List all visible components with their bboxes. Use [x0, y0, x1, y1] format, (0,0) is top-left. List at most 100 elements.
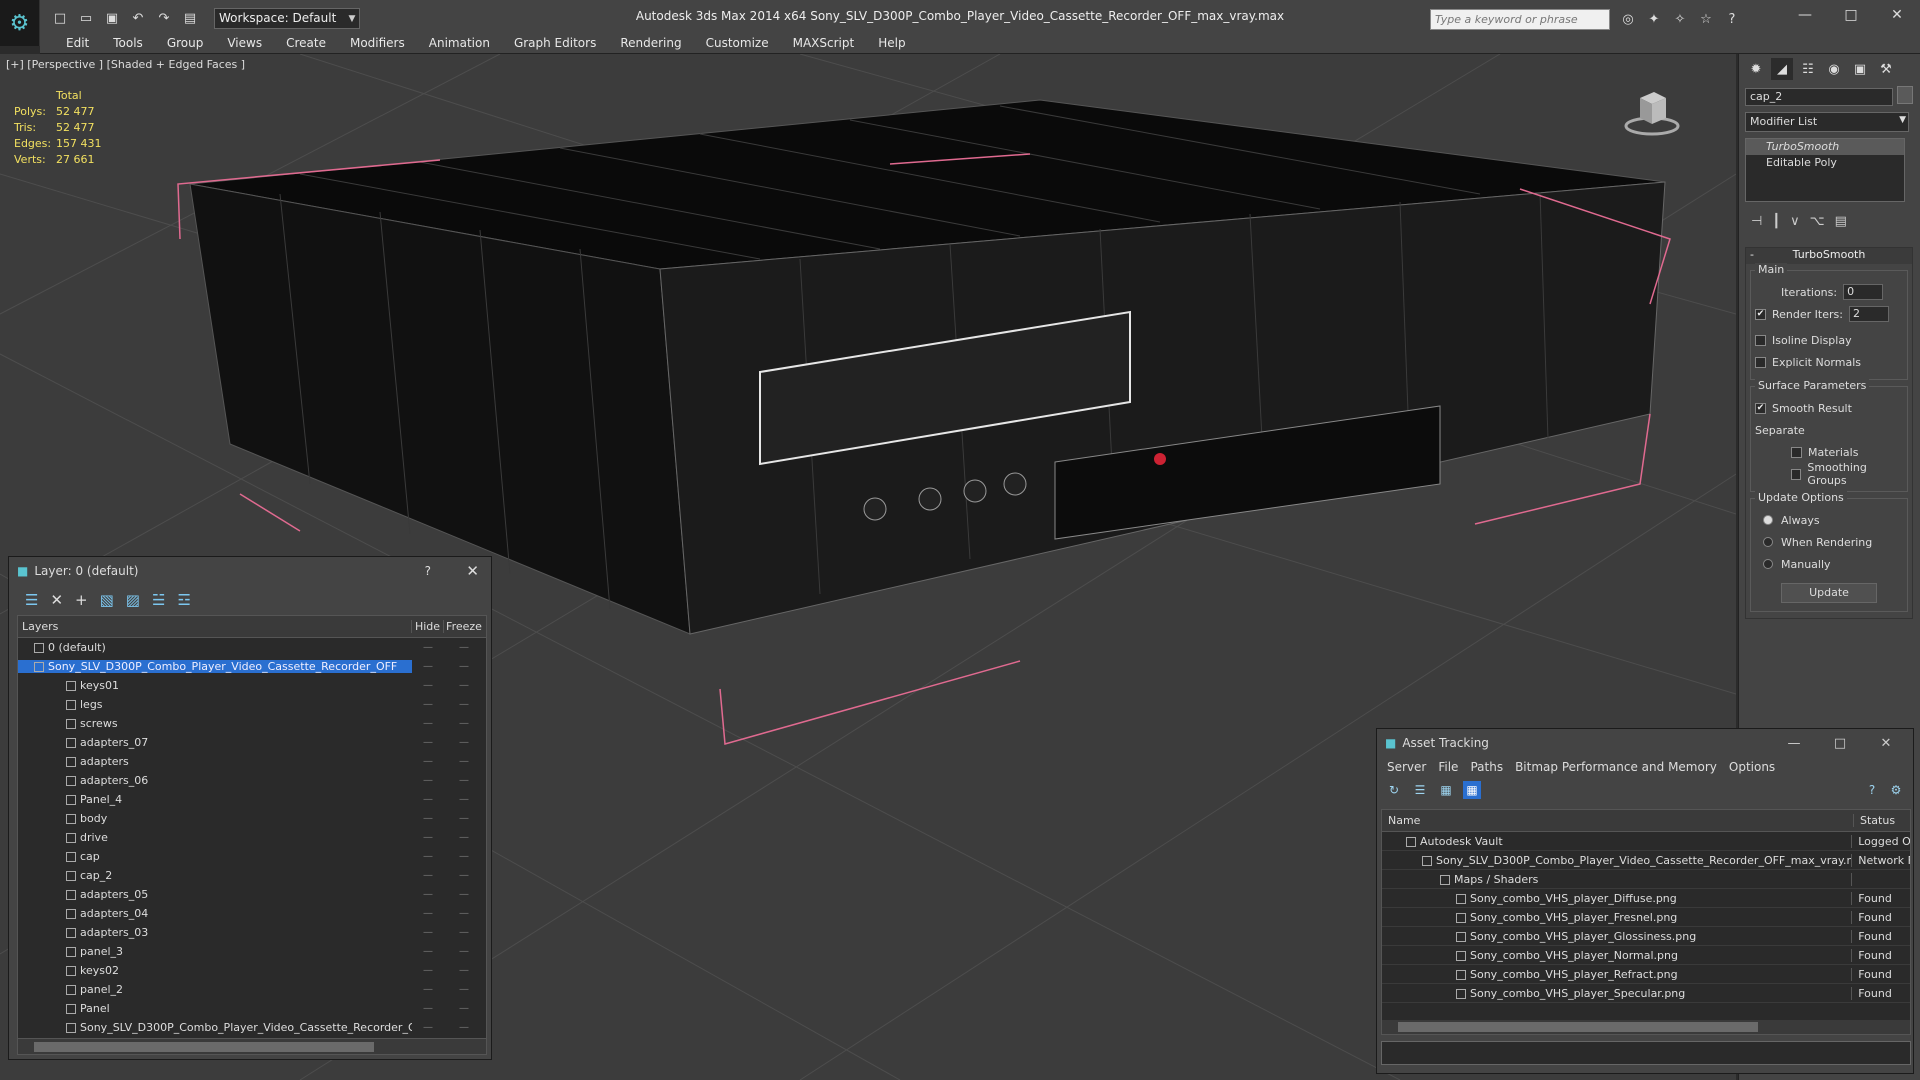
menu-maxscript[interactable]: MAXScript: [781, 36, 867, 50]
freeze-toggle[interactable]: —: [444, 889, 484, 900]
hide-toggle[interactable]: —: [412, 927, 444, 938]
menu-modifiers[interactable]: Modifiers: [338, 36, 417, 50]
project-folder-icon[interactable]: ▤: [180, 8, 200, 28]
undo-icon[interactable]: ↶: [128, 8, 148, 28]
hide-toggle[interactable]: —: [412, 813, 444, 824]
show-end-result-icon[interactable]: ┃: [1772, 214, 1780, 229]
motion-tab-icon[interactable]: ◉: [1823, 58, 1845, 80]
column-layers[interactable]: Layers: [18, 620, 412, 633]
settings-icon[interactable]: ⚙: [1887, 781, 1905, 799]
hierarchy-tab-icon[interactable]: ☷: [1797, 58, 1819, 80]
freeze-all-icon[interactable]: ☲: [177, 591, 190, 609]
freeze-toggle[interactable]: —: [444, 680, 484, 691]
select-objects-icon[interactable]: ▧: [100, 591, 114, 609]
update-button[interactable]: Update: [1781, 583, 1877, 603]
manually-radio[interactable]: [1763, 559, 1773, 569]
freeze-toggle[interactable]: —: [444, 1003, 484, 1014]
communication-icon[interactable]: ✧: [1670, 9, 1690, 29]
hide-toggle[interactable]: —: [412, 1003, 444, 1014]
favorites-star-icon[interactable]: ☆: [1696, 9, 1716, 29]
hide-toggle[interactable]: —: [412, 794, 444, 805]
layer-row[interactable]: keys02 — —: [18, 961, 486, 980]
asset-path-field[interactable]: [1381, 1041, 1911, 1065]
freeze-toggle[interactable]: —: [444, 756, 484, 767]
minimize-icon[interactable]: —: [1782, 0, 1828, 30]
table-view-icon[interactable]: ▦: [1463, 781, 1481, 799]
help-icon[interactable]: ?: [1863, 781, 1881, 799]
object-color-swatch[interactable]: [1897, 86, 1913, 104]
layer-row[interactable]: cap — —: [18, 847, 486, 866]
hide-toggle[interactable]: —: [412, 642, 444, 653]
horizontal-scrollbar[interactable]: [18, 1038, 486, 1054]
new-file-icon[interactable]: □: [50, 8, 70, 28]
smooth-result-checkbox[interactable]: ✔: [1755, 402, 1766, 414]
asset-row[interactable]: Maps / Shaders: [1382, 870, 1910, 889]
asset-row[interactable]: Sony_combo_VHS_player_Fresnel.png Found: [1382, 908, 1910, 927]
close-icon[interactable]: ✕: [1863, 731, 1909, 755]
display-tab-icon[interactable]: ▣: [1849, 58, 1871, 80]
when-rendering-radio[interactable]: [1763, 537, 1773, 547]
hide-toggle[interactable]: —: [412, 984, 444, 995]
add-to-layer-icon[interactable]: +: [75, 591, 88, 609]
freeze-toggle[interactable]: —: [444, 642, 484, 653]
asset-row[interactable]: Sony_combo_VHS_player_Refract.png Found: [1382, 965, 1910, 984]
menu-group[interactable]: Group: [155, 36, 216, 50]
freeze-toggle[interactable]: —: [444, 908, 484, 919]
viewcube-icon[interactable]: [1624, 84, 1680, 140]
hide-all-icon[interactable]: ☱: [152, 591, 165, 609]
asset-row[interactable]: Sony_SLV_D300P_Combo_Player_Video_Casset…: [1382, 851, 1910, 870]
layer-row[interactable]: Sony_SLV_D300P_Combo_Player_Video_Casset…: [18, 1018, 486, 1037]
layer-row[interactable]: Sony_SLV_D300P_Combo_Player_Video_Casset…: [18, 657, 486, 676]
asset-row[interactable]: Sony_combo_VHS_player_Specular.png Found: [1382, 984, 1910, 1003]
freeze-toggle[interactable]: —: [444, 661, 484, 672]
menu-edit[interactable]: Edit: [54, 36, 101, 50]
menu-rendering[interactable]: Rendering: [608, 36, 693, 50]
freeze-toggle[interactable]: —: [444, 718, 484, 729]
viewport-label[interactable]: [+] [Perspective ] [Shaded + Edged Faces…: [6, 58, 245, 71]
iterations-spinner[interactable]: 0: [1843, 284, 1884, 300]
layer-row[interactable]: adapters — —: [18, 752, 486, 771]
make-unique-icon[interactable]: ∨: [1790, 214, 1800, 229]
freeze-toggle[interactable]: —: [444, 699, 484, 710]
hide-toggle[interactable]: —: [412, 718, 444, 729]
modify-tab-icon[interactable]: ◢: [1771, 58, 1793, 80]
stack-item-turbosmooth[interactable]: TurboSmooth: [1746, 139, 1904, 155]
smoothing-groups-checkbox[interactable]: [1791, 468, 1802, 480]
modifier-list-dropdown[interactable]: Modifier List ▼: [1745, 112, 1909, 132]
workspace-dropdown[interactable]: Workspace: Default: [214, 8, 360, 29]
refresh-icon[interactable]: ↻: [1385, 781, 1403, 799]
layer-row[interactable]: screws — —: [18, 714, 486, 733]
app-logo[interactable]: ⚙: [0, 0, 40, 46]
layer-window-titlebar[interactable]: ■ Layer: 0 (default) ? ✕: [9, 557, 491, 585]
freeze-toggle[interactable]: —: [444, 965, 484, 976]
explicit-normals-checkbox[interactable]: [1755, 356, 1766, 368]
pin-stack-icon[interactable]: ⊣: [1751, 214, 1762, 229]
hide-toggle[interactable]: —: [412, 870, 444, 881]
hide-toggle[interactable]: —: [412, 737, 444, 748]
menu-customize[interactable]: Customize: [694, 36, 781, 50]
freeze-toggle[interactable]: —: [444, 927, 484, 938]
subscription-icon[interactable]: ✦: [1644, 9, 1664, 29]
close-icon[interactable]: ✕: [1874, 0, 1920, 30]
freeze-toggle[interactable]: —: [444, 946, 484, 957]
hide-toggle[interactable]: —: [412, 851, 444, 862]
layer-row[interactable]: adapters_04 — —: [18, 904, 486, 923]
asset-menu-file[interactable]: File: [1432, 760, 1464, 774]
layer-row[interactable]: panel_3 — —: [18, 942, 486, 961]
help-icon[interactable]: ?: [425, 564, 431, 578]
menu-views[interactable]: Views: [215, 36, 274, 50]
asset-menu-bitmap-performance-and-memory[interactable]: Bitmap Performance and Memory: [1509, 760, 1723, 774]
horizontal-scrollbar[interactable]: [1382, 1020, 1910, 1034]
layer-row[interactable]: 0 (default) — —: [18, 638, 486, 657]
column-status[interactable]: Status: [1854, 814, 1895, 827]
freeze-toggle[interactable]: —: [444, 737, 484, 748]
menu-tools[interactable]: Tools: [101, 36, 155, 50]
render-iters-spinner[interactable]: 2: [1848, 306, 1889, 322]
layer-row[interactable]: adapters_05 — —: [18, 885, 486, 904]
menu-create[interactable]: Create: [274, 36, 338, 50]
new-layer-icon[interactable]: ☰: [25, 591, 38, 609]
materials-checkbox[interactable]: [1791, 446, 1802, 458]
layer-row[interactable]: drive — —: [18, 828, 486, 847]
scrollbar-thumb[interactable]: [1398, 1022, 1758, 1032]
freeze-toggle[interactable]: —: [444, 851, 484, 862]
